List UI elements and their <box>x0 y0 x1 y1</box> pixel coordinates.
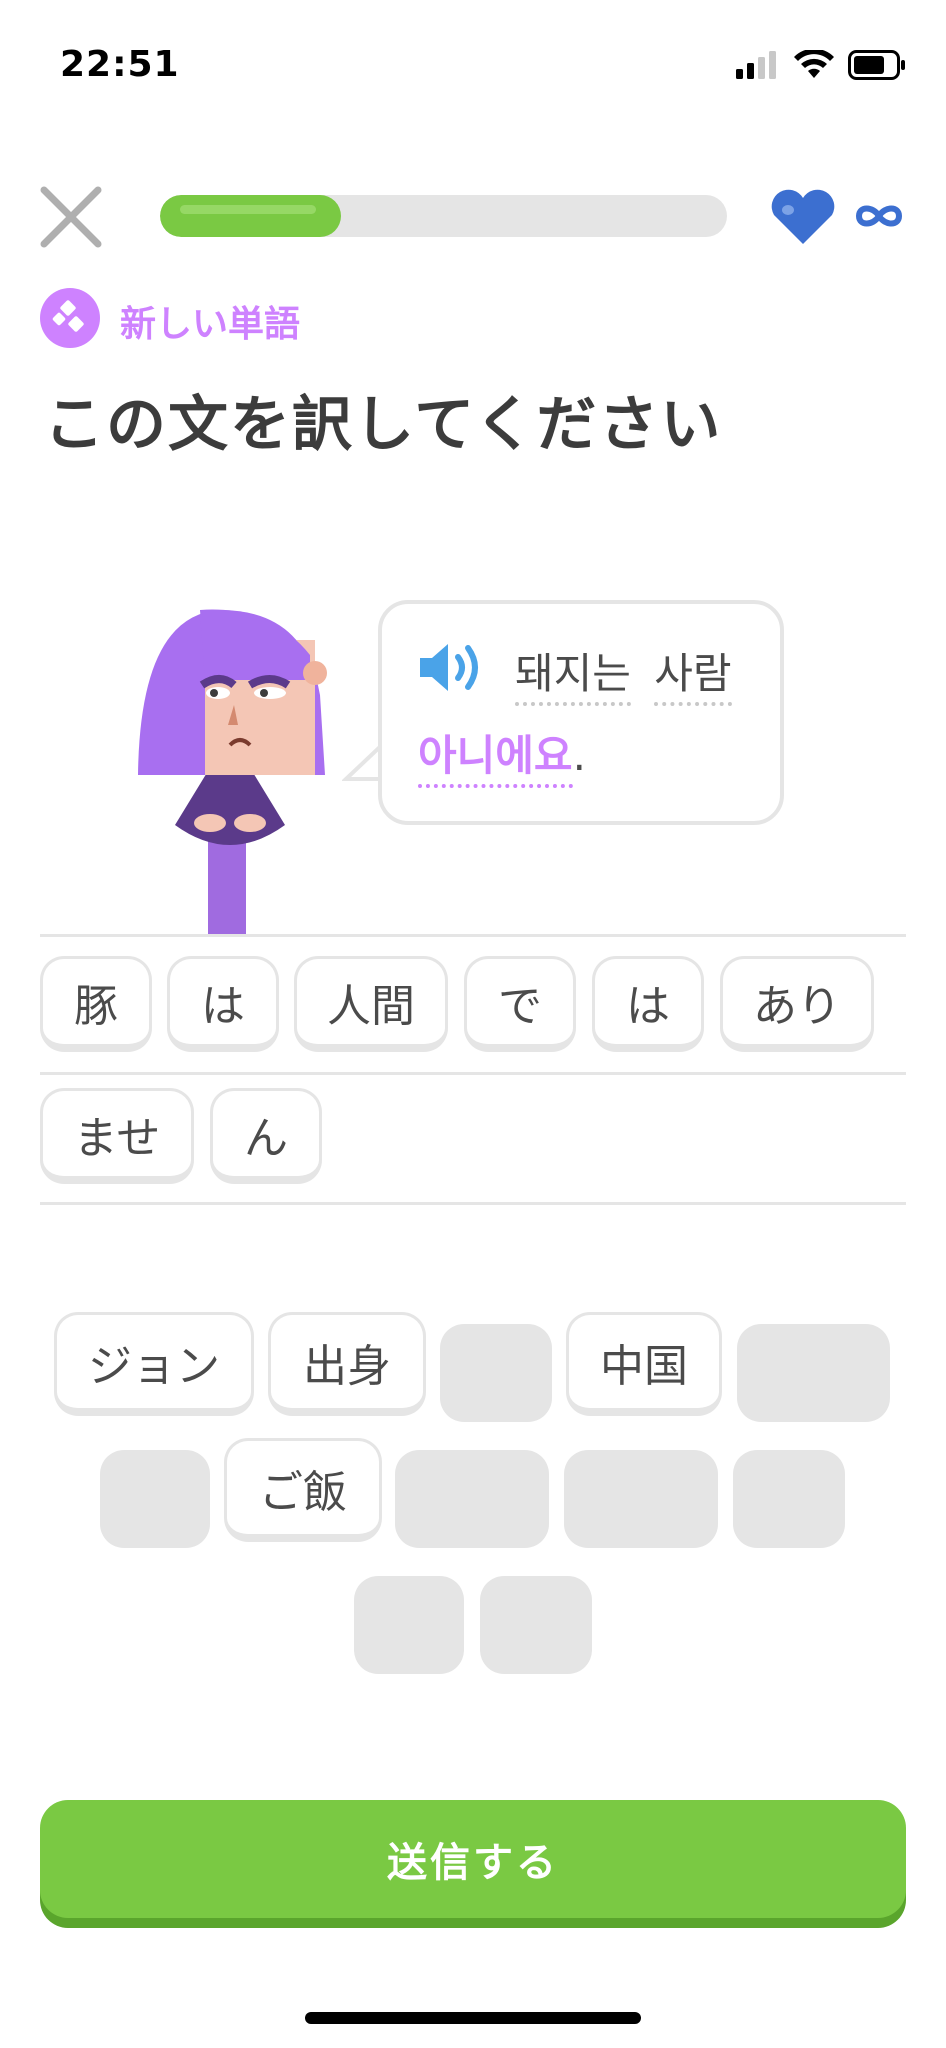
sentence-line-2: 아니에요. <box>418 722 586 788</box>
word-bank-slot-empty <box>395 1450 549 1548</box>
word-bank-tile[interactable]: ジョン <box>54 1312 254 1416</box>
sentence-word-new[interactable]: 아니에요 <box>418 731 573 788</box>
answer-tile[interactable]: は <box>592 956 704 1052</box>
status-time: 22:51 <box>60 44 180 85</box>
lesson-progress-shine <box>180 205 317 214</box>
wifi-icon <box>794 50 834 78</box>
sentence-line-1: 돼지는 사람 <box>515 640 732 706</box>
answer-tile[interactable]: は <box>167 956 279 1052</box>
word-bank-slot-empty <box>354 1576 464 1674</box>
word-bank-slot-empty <box>440 1324 552 1422</box>
word-bank-tile[interactable]: 出身 <box>268 1312 426 1416</box>
answer-tile[interactable]: ませ <box>40 1088 194 1184</box>
submit-button[interactable]: 送信する <box>40 1800 906 1918</box>
speech-bubble <box>378 600 784 825</box>
sentence-punctuation: . <box>572 731 586 780</box>
word-bank-slot-empty <box>737 1324 890 1422</box>
new-word-icon <box>40 288 100 348</box>
lesson-progress-fill <box>160 195 342 237</box>
answer-line <box>40 934 906 937</box>
new-word-label: 新しい単語 <box>120 304 301 345</box>
answer-line <box>40 1072 906 1075</box>
lesson-progress-bar <box>160 195 727 237</box>
infinity-icon <box>855 205 903 227</box>
answer-tile[interactable]: 豚 <box>40 956 152 1052</box>
home-indicator[interactable] <box>305 2012 641 2024</box>
status-icons <box>736 50 906 80</box>
answer-tile[interactable]: 人間 <box>294 956 448 1052</box>
close-icon[interactable] <box>38 184 104 250</box>
word-bank-slot-empty <box>100 1450 210 1548</box>
answer-tile[interactable]: ん <box>210 1088 322 1184</box>
word-bank-slot-empty <box>564 1450 718 1548</box>
page-title: この文を訳してください <box>44 390 723 460</box>
answer-tile[interactable]: で <box>464 956 576 1052</box>
sentence-word[interactable]: 돼지는 <box>515 649 631 706</box>
word-bank-slot-empty <box>733 1450 845 1548</box>
word-bank-tile[interactable]: 中国 <box>566 1312 722 1416</box>
word-bank-slot-empty <box>480 1576 592 1674</box>
answer-line <box>40 1202 906 1205</box>
character-illustration <box>138 609 327 935</box>
speaker-icon[interactable] <box>418 640 488 695</box>
heart-icon[interactable] <box>768 188 838 246</box>
cellular-signal-icon <box>736 51 776 79</box>
word-bank-tile[interactable]: ご飯 <box>224 1438 382 1542</box>
battery-icon <box>848 50 905 80</box>
answer-tile[interactable]: あり <box>720 956 874 1052</box>
sentence-word[interactable]: 사람 <box>654 649 732 706</box>
